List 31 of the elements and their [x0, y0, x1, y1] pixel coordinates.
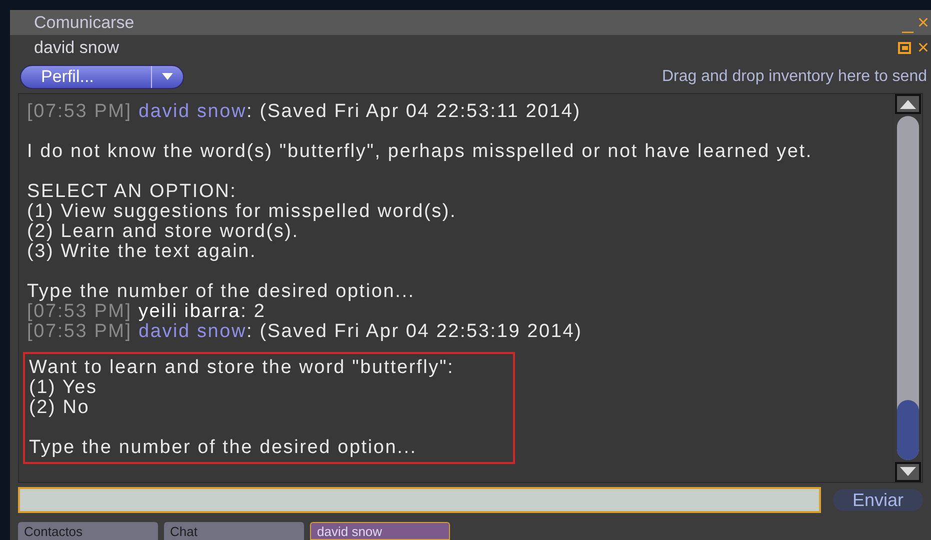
- close-button[interactable]: ×: [917, 12, 929, 32]
- chat-text: (2) No: [29, 398, 91, 418]
- close-button[interactable]: ×: [917, 38, 929, 58]
- conversation-title: david snow: [34, 36, 120, 59]
- scroll-down-icon[interactable]: [895, 462, 921, 482]
- drop-hint: Drag and drop inventory here to send: [662, 66, 927, 86]
- window-icon[interactable]: [898, 42, 912, 54]
- chat-text: SELECT AN OPTION:: [27, 182, 238, 202]
- send-button[interactable]: Enviar: [833, 489, 923, 511]
- chat-message: [07:53 PM] david snow: (Saved Fri Apr 04 22:53:19 2014): [27, 322, 584, 342]
- chat-text: (1) Yes: [29, 378, 98, 398]
- chat-text: (1) View suggestions for misspelled word(s).: [27, 202, 458, 222]
- chat-message: [07:53 PM] david snow: (Saved Fri Apr 04 22:53:11 2014): [27, 102, 582, 122]
- profile-button[interactable]: Perfil...: [20, 64, 184, 88]
- chat-text: Type the number of the desired option...: [29, 438, 418, 458]
- chat-text: (3) Write the text again.: [27, 242, 258, 262]
- window-title: Comunicarse: [34, 12, 134, 34]
- minimize-button[interactable]: _: [902, 12, 914, 32]
- chat-text: Type the number of the desired option...: [27, 282, 416, 302]
- message-input[interactable]: [18, 487, 821, 513]
- scrollbar[interactable]: [894, 94, 922, 482]
- chat-message: [07:53 PM] yeili ibarra: 2: [27, 302, 267, 322]
- chat-text: I do not know the word(s) "butterfly", perhaps misspelled or not have learned yet.: [27, 142, 814, 162]
- tab[interactable]: Contactos: [18, 522, 158, 540]
- chat-text: Want to learn and store the word "butterfly":: [29, 358, 456, 378]
- chat-text: (2) Learn and store word(s).: [27, 222, 300, 242]
- caret-icon: [162, 73, 173, 80]
- tab[interactable]: Chat: [164, 522, 304, 540]
- scroll-thumb[interactable]: [897, 400, 919, 460]
- tab[interactable]: david snow: [310, 522, 450, 540]
- scroll-up-icon[interactable]: [895, 94, 921, 114]
